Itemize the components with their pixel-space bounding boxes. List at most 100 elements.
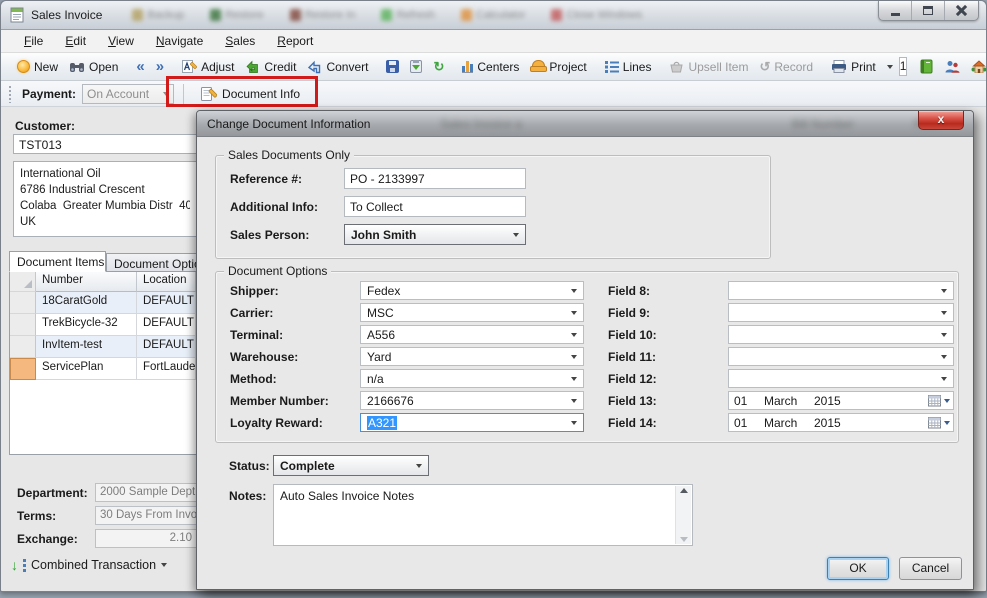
paste-button[interactable] — [405, 57, 427, 76]
field8-label: Field 8: — [608, 284, 650, 298]
chevron-down-icon — [941, 289, 947, 293]
invoice-doc-icon — [9, 7, 25, 23]
new-button[interactable]: New — [12, 57, 63, 77]
group-title: Sales Documents Only — [224, 148, 354, 162]
member-number-label: Member Number: — [230, 394, 329, 408]
project-button[interactable]: Project — [525, 57, 591, 77]
row-selector[interactable] — [10, 292, 36, 314]
minimize-icon — [891, 13, 900, 16]
cell-number[interactable]: ServicePlan — [36, 358, 137, 380]
menu-sales[interactable]: Sales — [214, 31, 266, 51]
maximize-button[interactable] — [912, 1, 945, 20]
combined-transaction-button[interactable]: ↓ Combined Transaction — [7, 555, 171, 575]
status-combo[interactable]: Complete — [273, 455, 429, 476]
field9-combo[interactable] — [728, 303, 954, 322]
notes-label: Notes: — [229, 489, 266, 503]
minimize-button[interactable] — [879, 1, 912, 20]
cell-location[interactable]: DEFAULT — [137, 336, 196, 358]
member-number-combo[interactable]: 2166676 — [360, 391, 584, 410]
sales-documents-only-group: Sales Documents Only Reference #: PO - 2… — [215, 155, 771, 259]
additional-info-label: Additional Info: — [230, 200, 318, 214]
print-button[interactable]: Print — [826, 57, 881, 77]
calendar-icon — [928, 394, 941, 407]
field14-label: Field 14: — [608, 416, 657, 430]
dialog-close-button[interactable]: x — [918, 111, 964, 130]
convert-arrow-icon — [307, 60, 322, 74]
save-button[interactable] — [381, 57, 404, 76]
tab-document-options[interactable]: Document Options — [106, 253, 197, 272]
cell-number[interactable]: 18CaratGold — [36, 292, 137, 314]
select-all-cell[interactable] — [10, 272, 36, 292]
cancel-button[interactable]: Cancel — [899, 557, 962, 580]
warehouse-combo[interactable]: Yard — [360, 347, 584, 366]
shipper-combo[interactable]: Fedex — [360, 281, 584, 300]
previous-button[interactable]: « — [131, 57, 149, 77]
record-icon: ↺ — [759, 60, 770, 73]
tab-document-items[interactable]: Document Items — [9, 251, 106, 272]
additional-info-input[interactable]: To Collect — [344, 196, 526, 217]
address-line: Colaba Greater Mumbia Distr 40 — [20, 198, 190, 214]
chevron-down-icon — [513, 233, 519, 237]
adjust-button[interactable]: Adjust — [177, 56, 239, 77]
chevron-down-icon — [571, 421, 577, 425]
field13-datepicker[interactable]: 01 March 2015 — [728, 391, 954, 410]
company-button[interactable] — [966, 57, 987, 76]
main-toolbar: New Open « » Adjust Credit Convert ↻ Cen… — [1, 53, 986, 81]
cell-number[interactable]: InvItem-test — [36, 336, 137, 358]
cell-location[interactable]: FortLauderdale — [137, 358, 196, 380]
convert-button[interactable]: Convert — [302, 57, 373, 77]
cell-number[interactable]: TrekBicycle-32 — [36, 314, 137, 336]
column-header-location[interactable]: Location — [137, 272, 196, 292]
reference-input[interactable]: PO - 2133997 — [344, 168, 526, 189]
credit-button[interactable]: Credit — [240, 57, 301, 77]
notes-scrollbar[interactable] — [675, 486, 691, 544]
menu-report[interactable]: Report — [266, 31, 324, 51]
cell-location[interactable]: DEFAULT — [137, 292, 196, 314]
carrier-combo[interactable]: MSC — [360, 303, 584, 322]
copies-input[interactable]: 1 — [899, 57, 908, 76]
open-button[interactable]: Open — [64, 57, 123, 77]
field12-combo[interactable] — [728, 369, 954, 388]
table-row[interactable]: InvItem-test DEFAULT — [10, 336, 196, 358]
centers-button[interactable]: Centers — [457, 57, 524, 77]
row-selector[interactable] — [10, 336, 36, 358]
scroll-down-icon[interactable] — [680, 537, 688, 542]
close-button[interactable] — [945, 1, 978, 20]
row-selector-active[interactable] — [10, 358, 36, 380]
customer-code-input[interactable]: TST013 — [13, 134, 197, 154]
method-combo[interactable]: n/a — [360, 369, 584, 388]
terminal-combo[interactable]: A556 — [360, 325, 584, 344]
menu-file[interactable]: File — [13, 31, 54, 51]
menu-edit[interactable]: Edit — [54, 31, 97, 51]
contacts-button[interactable] — [939, 57, 965, 76]
menu-view[interactable]: View — [97, 31, 145, 51]
field10-combo[interactable] — [728, 325, 954, 344]
sales-person-combo[interactable]: John Smith — [344, 224, 526, 245]
next-button[interactable]: » — [151, 57, 169, 77]
title-bar: Sales Invoice Backup Restore Restore In … — [1, 1, 986, 30]
loyalty-reward-combo[interactable]: A321 — [360, 413, 584, 432]
row-selector[interactable] — [10, 314, 36, 336]
scroll-up-icon[interactable] — [680, 488, 688, 493]
field14-datepicker[interactable]: 01 March 2015 — [728, 413, 954, 432]
field11-combo[interactable] — [728, 347, 954, 366]
table-row[interactable]: TrekBicycle-32 DEFAULT — [10, 314, 196, 336]
ledger-button[interactable] — [915, 56, 938, 77]
cell-location[interactable]: DEFAULT — [137, 314, 196, 336]
table-row[interactable]: 18CaratGold DEFAULT — [10, 292, 196, 314]
table-row[interactable]: ServicePlan FortLauderdale — [10, 358, 196, 380]
menu-navigate[interactable]: Navigate — [145, 31, 214, 51]
chevron-down-icon — [571, 355, 577, 359]
group-title: Document Options — [224, 264, 331, 278]
chevron-down-icon — [941, 311, 947, 315]
lines-button[interactable]: Lines — [600, 57, 657, 77]
notes-textarea[interactable]: Auto Sales Invoice Notes — [273, 484, 693, 546]
upsell-item-button: Upsell Item — [664, 57, 753, 77]
sales-person-label: Sales Person: — [230, 228, 309, 242]
terms-label: Terms: — [17, 509, 56, 523]
refresh-button[interactable]: ↻ — [428, 57, 449, 76]
print-dropdown[interactable] — [882, 62, 898, 72]
ok-button[interactable]: OK — [827, 557, 889, 580]
field8-combo[interactable] — [728, 281, 954, 300]
column-header-number[interactable]: Number — [36, 272, 137, 292]
